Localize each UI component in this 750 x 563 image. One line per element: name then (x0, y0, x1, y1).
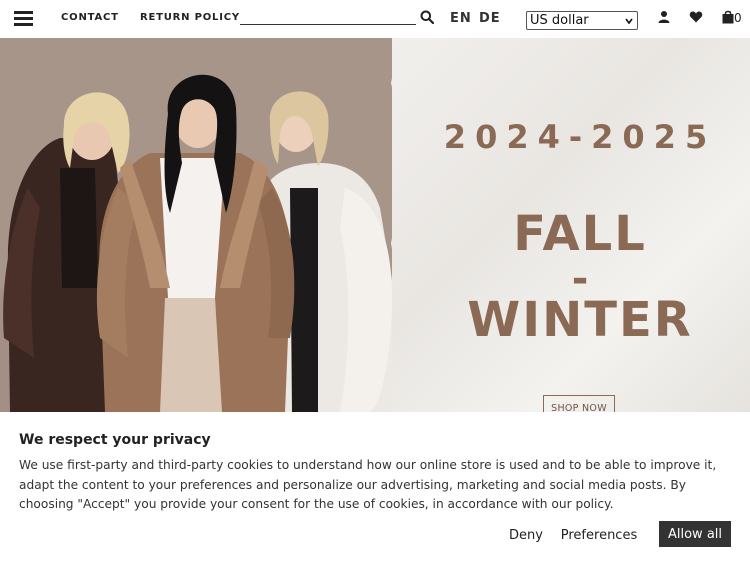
cart-count: 0 (734, 11, 742, 25)
nav-return-policy-link[interactable]: RETURN POLICY (140, 12, 240, 23)
currency-select[interactable]: US dollar (526, 11, 638, 30)
currency-selected-value: US dollar (530, 13, 589, 28)
search-icon[interactable] (420, 10, 434, 24)
chevron-down-icon (625, 18, 633, 24)
cookie-banner-title: We respect your privacy (19, 432, 211, 448)
language-en-link[interactable]: EN (450, 11, 472, 26)
hero-image (0, 38, 400, 412)
hamburger-menu-icon[interactable] (14, 11, 33, 26)
hero-title-winter: WINTER (467, 292, 693, 348)
shopping-bag-icon[interactable] (721, 10, 735, 24)
site-header: CONTACT RETURN POLICY EN DE US dollar 0 (0, 0, 750, 38)
cookie-preferences-button[interactable]: Preferences (556, 523, 642, 547)
deny-cookies-button[interactable]: Deny (500, 523, 552, 547)
cookie-banner-text: We use first-party and third-party cooki… (19, 458, 717, 512)
search-input[interactable] (240, 11, 416, 25)
allow-all-cookies-button[interactable]: Allow all (659, 521, 731, 547)
nav-contact-link[interactable]: CONTACT (61, 12, 119, 23)
cookie-consent-banner: We respect your privacy We use first-par… (0, 412, 750, 563)
hero-season-years: 2024-2025 (443, 118, 717, 156)
models-in-fur-coats-image (0, 38, 400, 412)
user-icon[interactable] (657, 10, 671, 24)
hero-banner: 2024-2025 FALL - WINTER SHOP NOW (0, 38, 750, 412)
shop-now-button[interactable]: SHOP NOW (543, 395, 615, 412)
hero-title-fall: FALL (513, 206, 647, 262)
language-de-link[interactable]: DE (479, 11, 501, 26)
heart-icon[interactable] (689, 10, 703, 24)
